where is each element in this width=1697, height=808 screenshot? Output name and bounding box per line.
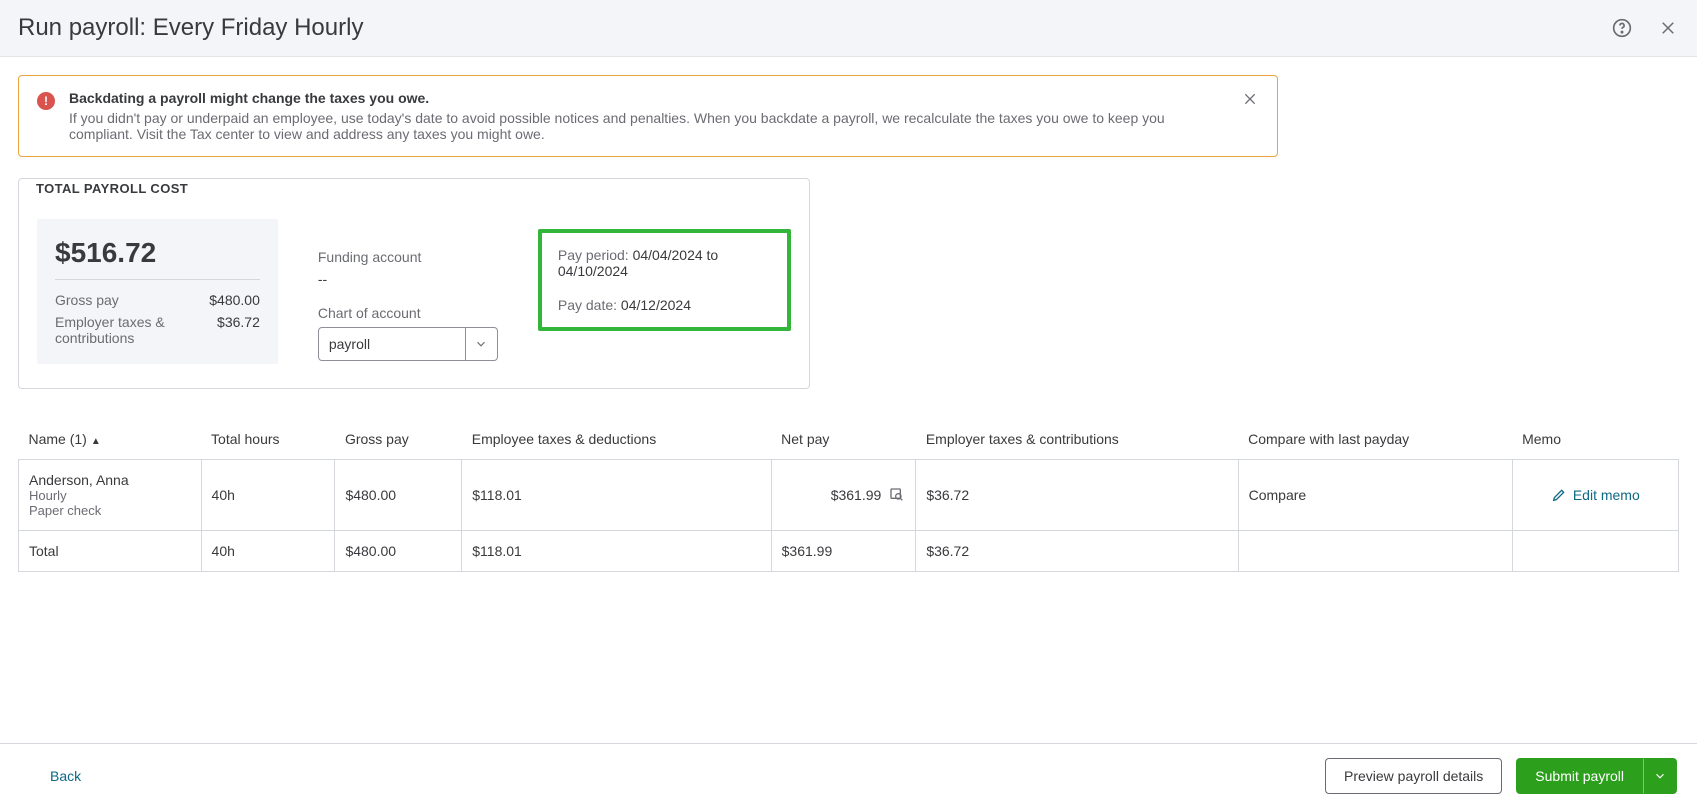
pencil-icon bbox=[1551, 487, 1567, 503]
summary-totals: $516.72 Gross pay $480.00 Employer taxes… bbox=[37, 219, 278, 364]
pay-date-value: 04/12/2024 bbox=[621, 297, 691, 313]
total-net: $361.99 bbox=[771, 531, 916, 572]
emp-tax-value: $36.72 bbox=[217, 314, 260, 346]
footer-bar: Back Preview payroll details Submit payr… bbox=[0, 743, 1697, 808]
submit-button[interactable]: Submit payroll bbox=[1516, 758, 1643, 794]
funding-label: Funding account bbox=[318, 249, 498, 265]
alert-title: Backdating a payroll might change the ta… bbox=[69, 90, 1227, 106]
funding-value: -- bbox=[318, 271, 498, 287]
total-gross: $480.00 bbox=[335, 531, 462, 572]
edit-memo-link[interactable]: Edit memo bbox=[1523, 487, 1668, 503]
coa-select[interactable]: payroll bbox=[318, 327, 498, 361]
employee-name: Anderson, Anna bbox=[29, 472, 191, 488]
total-hours: 40h bbox=[201, 531, 335, 572]
col-net[interactable]: Net pay bbox=[771, 419, 916, 460]
dates-section: Pay period: 04/04/2024 to 04/10/2024 Pay… bbox=[538, 219, 791, 364]
chevron-down-icon bbox=[465, 328, 497, 360]
alert-close-icon[interactable] bbox=[1241, 90, 1259, 108]
coa-value: payroll bbox=[329, 336, 370, 352]
payroll-table: Name (1)▲ Total hours Gross pay Employee… bbox=[18, 419, 1679, 572]
back-button[interactable]: Back bbox=[20, 768, 81, 784]
row-emp-tax: $36.72 bbox=[916, 460, 1238, 531]
main-content: ! Backdating a payroll might change the … bbox=[0, 57, 1697, 590]
sort-asc-icon: ▲ bbox=[91, 436, 101, 447]
coa-label: Chart of account bbox=[318, 305, 498, 321]
row-hours: 40h bbox=[201, 460, 335, 531]
total-deduct: $118.01 bbox=[462, 531, 771, 572]
gross-pay-label: Gross pay bbox=[55, 292, 119, 308]
col-gross[interactable]: Gross pay bbox=[335, 419, 462, 460]
submit-dropdown[interactable] bbox=[1643, 758, 1677, 794]
alert-icon: ! bbox=[37, 92, 55, 110]
alert-text: If you didn't pay or underpaid an employ… bbox=[69, 110, 1227, 142]
emp-tax-label: Employer taxes & contributions bbox=[55, 314, 195, 346]
total-cost: $516.72 bbox=[55, 237, 260, 269]
row-gross: $480.00 bbox=[335, 460, 462, 531]
total-emp-tax: $36.72 bbox=[916, 531, 1238, 572]
table-row: Anderson, Anna Hourly Paper check 40h $4… bbox=[19, 460, 1679, 531]
pay-period-label: Pay period: bbox=[558, 247, 629, 263]
backdate-alert: ! Backdating a payroll might change the … bbox=[18, 75, 1278, 157]
col-memo[interactable]: Memo bbox=[1512, 419, 1678, 460]
page-title: Run payroll: Every Friday Hourly bbox=[18, 14, 363, 42]
col-compare[interactable]: Compare with last payday bbox=[1238, 419, 1512, 460]
pay-date-label: Pay date: bbox=[558, 297, 617, 313]
col-emp-tax[interactable]: Employer taxes & contributions bbox=[916, 419, 1238, 460]
account-section: Funding account -- Chart of account payr… bbox=[318, 219, 498, 364]
col-deduct[interactable]: Employee taxes & deductions bbox=[462, 419, 771, 460]
table-total-row: Total 40h $480.00 $118.01 $361.99 $36.72 bbox=[19, 531, 1679, 572]
header-actions bbox=[1611, 17, 1679, 39]
total-label: Total bbox=[19, 531, 202, 572]
close-icon[interactable] bbox=[1657, 17, 1679, 39]
app-header: Run payroll: Every Friday Hourly bbox=[0, 0, 1697, 57]
compare-link[interactable]: Compare bbox=[1238, 460, 1512, 531]
chevron-down-icon bbox=[1653, 769, 1667, 783]
col-hours[interactable]: Total hours bbox=[201, 419, 335, 460]
gross-pay-value: $480.00 bbox=[209, 292, 260, 308]
preview-button[interactable]: Preview payroll details bbox=[1325, 758, 1502, 794]
employee-method: Paper check bbox=[29, 503, 191, 518]
summary-section: TOTAL PAYROLL COST $516.72 Gross pay $48… bbox=[18, 181, 1679, 389]
help-icon[interactable] bbox=[1611, 17, 1633, 39]
employee-type: Hourly bbox=[29, 488, 191, 503]
row-deduct: $118.01 bbox=[462, 460, 771, 531]
col-name[interactable]: Name (1)▲ bbox=[19, 419, 202, 460]
detail-icon[interactable] bbox=[889, 487, 905, 503]
pay-dates-highlight: Pay period: 04/04/2024 to 04/10/2024 Pay… bbox=[538, 229, 791, 331]
row-net: $361.99 bbox=[831, 487, 882, 503]
